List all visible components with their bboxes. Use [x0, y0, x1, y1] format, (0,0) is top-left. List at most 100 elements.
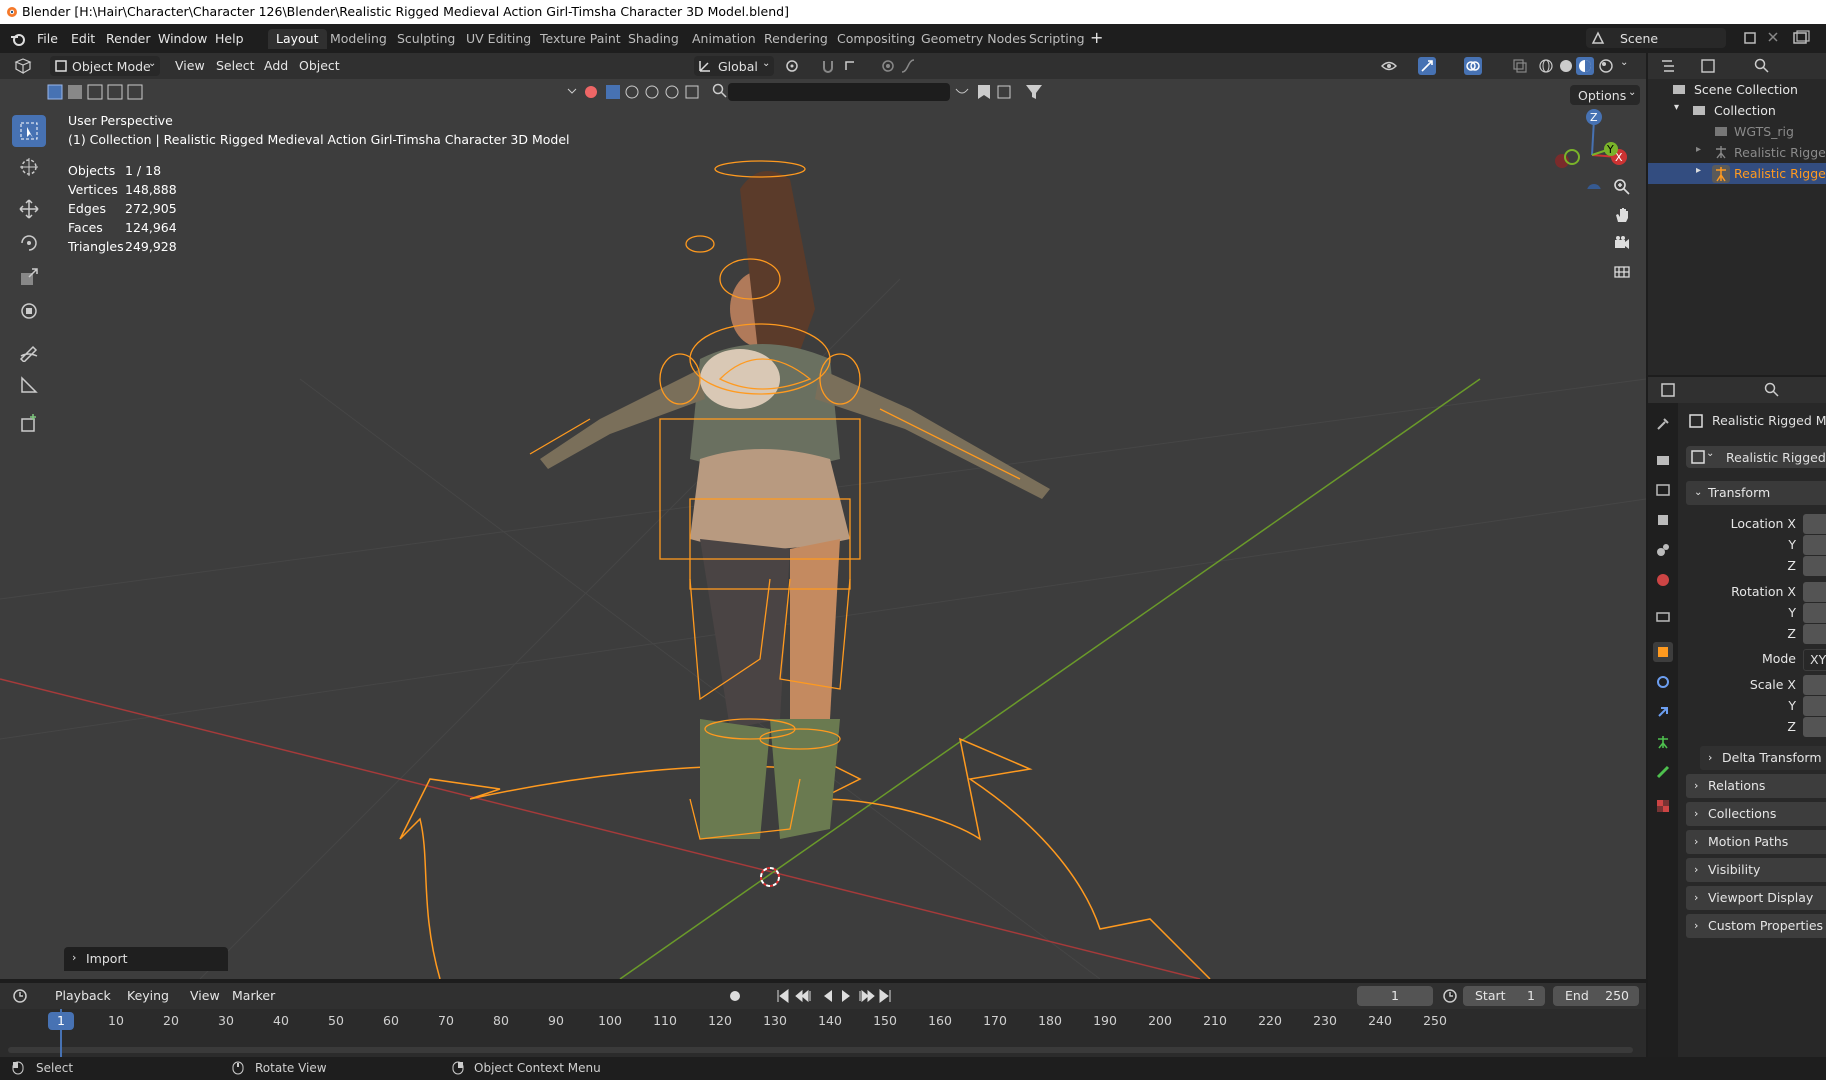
tab-world[interactable]: [1653, 570, 1673, 590]
tab-scripting[interactable]: Scripting: [1021, 29, 1093, 49]
location-x-field[interactable]: [1803, 514, 1826, 534]
viewport-menu-add[interactable]: Add: [264, 58, 288, 73]
tab-rendering[interactable]: Rendering: [756, 29, 836, 49]
visibility-selector-icon[interactable]: [1380, 58, 1410, 74]
rendered-shading-icon[interactable]: [1598, 58, 1614, 74]
transform-tool[interactable]: [12, 295, 46, 327]
cursor-tool[interactable]: [12, 151, 46, 183]
menu-timeline-view[interactable]: View: [190, 988, 220, 1003]
tab-output[interactable]: [1653, 480, 1673, 500]
transform-panel-header[interactable]: ⌄ Transform: [1686, 481, 1826, 505]
object-datablock-selector[interactable]: ⌄ Realistic Rigged Me: [1686, 446, 1826, 468]
tab-object-data[interactable]: [1653, 732, 1673, 752]
tab-compositing[interactable]: Compositing: [829, 29, 923, 49]
viewport-menu-select[interactable]: Select: [216, 58, 255, 73]
select-box-tool[interactable]: [12, 115, 46, 147]
tab-bone[interactable]: [1653, 762, 1673, 782]
view-layer-icon[interactable]: [1792, 29, 1810, 47]
scale-tool[interactable]: [12, 261, 46, 293]
menu-help[interactable]: Help: [215, 31, 244, 46]
delta-transform-subpanel[interactable]: › Delta Transform: [1700, 746, 1826, 770]
solid-shading-icon[interactable]: [1558, 58, 1574, 74]
properties-search-icon[interactable]: [1764, 382, 1780, 398]
ortho-toggle-button[interactable]: [1608, 257, 1636, 285]
selection-mode-icons[interactable]: [46, 83, 146, 101]
editor-type-icon[interactable]: [14, 58, 32, 74]
viewport-display-panel[interactable]: › Viewport Display: [1686, 886, 1826, 910]
pan-view-button[interactable]: [1608, 201, 1636, 229]
outliner-search-icon[interactable]: [1754, 58, 1770, 74]
record-icon[interactable]: [728, 989, 742, 1003]
tab-modeling[interactable]: Modeling: [322, 29, 395, 49]
material-preview-shading-icon[interactable]: [1576, 57, 1594, 75]
rotation-mode-select[interactable]: XY: [1803, 649, 1826, 671]
tab-scene[interactable]: [1653, 540, 1673, 560]
menu-edit[interactable]: Edit: [71, 31, 95, 46]
last-operator-panel[interactable]: › Import: [64, 947, 228, 971]
end-frame-field[interactable]: End 250: [1553, 986, 1639, 1006]
tab-texture[interactable]: [1653, 796, 1673, 816]
outliner-item-selected[interactable]: ▸ Realistic Rigged Me: [1648, 163, 1826, 184]
new-scene-icon[interactable]: [1742, 30, 1758, 46]
delete-scene-icon[interactable]: [1766, 30, 1780, 44]
blender-menu-icon[interactable]: [10, 31, 26, 47]
camera-view-button[interactable]: [1608, 229, 1636, 257]
playhead[interactable]: 1: [48, 1012, 74, 1030]
tab-tool[interactable]: [1653, 414, 1673, 434]
menu-marker[interactable]: Marker: [232, 988, 275, 1003]
scale-z-field[interactable]: [1803, 717, 1826, 737]
viewport-menu-view[interactable]: View: [175, 58, 205, 73]
relations-panel[interactable]: › Relations: [1686, 774, 1826, 798]
scene-selector[interactable]: Scene: [1586, 28, 1726, 48]
overlays-toggle-icon[interactable]: [1464, 57, 1482, 75]
options-dropdown[interactable]: Options ⌄: [1570, 85, 1640, 105]
3d-viewport[interactable]: User Perspective (1) Collection | Realis…: [0, 79, 1646, 979]
menu-keying[interactable]: Keying: [127, 988, 169, 1003]
menu-render[interactable]: Render: [106, 31, 151, 46]
object-name-row[interactable]: Realistic Rigged Medi...: [1686, 410, 1826, 432]
collections-panel[interactable]: › Collections: [1686, 802, 1826, 826]
outliner-scene-collection[interactable]: Scene Collection: [1648, 79, 1826, 100]
tab-uv-editing[interactable]: UV Editing: [458, 29, 539, 49]
playback-controls[interactable]: [776, 988, 892, 1004]
search-icon[interactable]: [712, 83, 728, 99]
snap-icon[interactable]: [820, 58, 840, 74]
annotate-tool[interactable]: [12, 335, 46, 367]
gizmo-toggle-icon[interactable]: [1418, 57, 1436, 75]
xray-toggle-icon[interactable]: [1512, 58, 1528, 74]
viewport-search-input[interactable]: [728, 83, 950, 101]
visibility-panel[interactable]: › Visibility: [1686, 858, 1826, 882]
outliner-editor-icon[interactable]: [1660, 58, 1684, 74]
move-tool[interactable]: [12, 193, 46, 225]
mode-selector[interactable]: Object Mode ⌄: [50, 56, 160, 76]
viewport-menu-object[interactable]: Object: [299, 58, 340, 73]
location-z-field[interactable]: [1803, 556, 1826, 576]
pivot-point-icon[interactable]: [784, 58, 814, 74]
proportional-edit-icon[interactable]: [880, 58, 896, 74]
start-frame-field[interactable]: Start 1: [1463, 986, 1545, 1006]
filter-options-icons[interactable]: [954, 83, 1054, 101]
tab-collection[interactable]: [1653, 606, 1673, 626]
current-frame-field[interactable]: 1: [1357, 986, 1433, 1006]
outliner-collection[interactable]: ▾ Collection: [1648, 100, 1826, 121]
tab-animation[interactable]: Animation: [684, 29, 764, 49]
outliner-item-armature[interactable]: ▸ Realistic Rigged Me: [1648, 142, 1826, 163]
menu-playback[interactable]: Playback: [55, 988, 111, 1003]
tab-layout[interactable]: Layout: [268, 29, 327, 49]
chevron-right-icon[interactable]: ▸: [1696, 144, 1701, 155]
add-workspace-icon[interactable]: +: [1090, 28, 1103, 47]
properties-editor-icon[interactable]: [1660, 382, 1686, 398]
tab-texture-paint[interactable]: Texture Paint: [532, 29, 629, 49]
display-mode-icon[interactable]: [1700, 58, 1728, 74]
scale-x-field[interactable]: [1803, 675, 1826, 695]
outliner-item-wgts-rig[interactable]: WGTS_rig: [1648, 121, 1826, 142]
falloff-icon[interactable]: [900, 58, 926, 74]
chevron-right-icon[interactable]: ▸: [1696, 165, 1701, 176]
transform-orientation-selector[interactable]: Global ⌄: [694, 56, 774, 76]
rotation-x-field[interactable]: [1803, 582, 1826, 602]
tab-shading[interactable]: Shading: [620, 29, 687, 49]
rotation-z-field[interactable]: [1803, 624, 1826, 644]
tab-constraints[interactable]: [1653, 702, 1673, 722]
menu-window[interactable]: Window: [158, 31, 207, 46]
rotate-tool[interactable]: [12, 227, 46, 259]
